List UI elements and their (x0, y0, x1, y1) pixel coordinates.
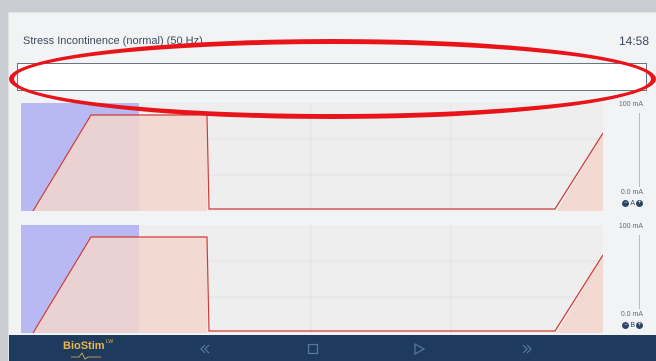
biostim-logo: BioStim LW (63, 337, 133, 361)
stop-icon (307, 343, 319, 355)
stop-button[interactable] (305, 341, 321, 357)
scale-axis (639, 113, 640, 187)
channel-b-zero: 0.0 mA (620, 311, 643, 318)
channel-increase-icon[interactable]: + (636, 322, 643, 329)
channel-a-controls: − A + (622, 200, 643, 207)
channel-decrease-icon[interactable]: − (622, 200, 630, 207)
channel-increase-icon[interactable]: + (636, 200, 643, 207)
logo-text: BioStim (63, 340, 105, 352)
channel-a-scale: 100 mA 0.0 mA − A + (605, 101, 649, 213)
scale-axis (639, 235, 640, 309)
fast-forward-button[interactable] (519, 341, 535, 357)
device-screen: Stress Incontinence (normal) (50 Hz) 14:… (8, 12, 656, 361)
message-bar[interactable] (17, 63, 647, 91)
channel-b-name: B (630, 322, 635, 329)
channel-b-controls: − B + (622, 322, 643, 329)
play-icon (414, 342, 426, 356)
program-title: Stress Incontinence (normal) (50 Hz) (23, 35, 203, 47)
channel-b-scale: 100 mA 0.0 mA − B + (605, 223, 649, 335)
header: Stress Incontinence (normal) (50 Hz) 14:… (9, 13, 656, 61)
channel-b-max: 100 mA (618, 223, 643, 230)
channel-a-max: 100 mA (618, 101, 643, 108)
fast-forward-icon (522, 344, 532, 354)
channel-b-waveform (21, 225, 603, 333)
biostim-logo-icon (71, 352, 101, 360)
channel-a-zero: 0.0 mA (620, 189, 643, 196)
channel-a-waveform (21, 103, 603, 211)
channel-a-name: A (630, 200, 635, 207)
rewind-button[interactable] (197, 341, 213, 357)
footer-toolbar: BioStim LW (9, 335, 656, 361)
play-button[interactable] (411, 341, 427, 357)
channel-a-graph (21, 103, 603, 211)
logo-sup: LW (106, 339, 114, 345)
rewind-icon (200, 344, 210, 354)
session-clock: 14:58 (618, 34, 649, 48)
channel-decrease-icon[interactable]: − (622, 322, 630, 329)
channel-b-graph (21, 225, 603, 333)
